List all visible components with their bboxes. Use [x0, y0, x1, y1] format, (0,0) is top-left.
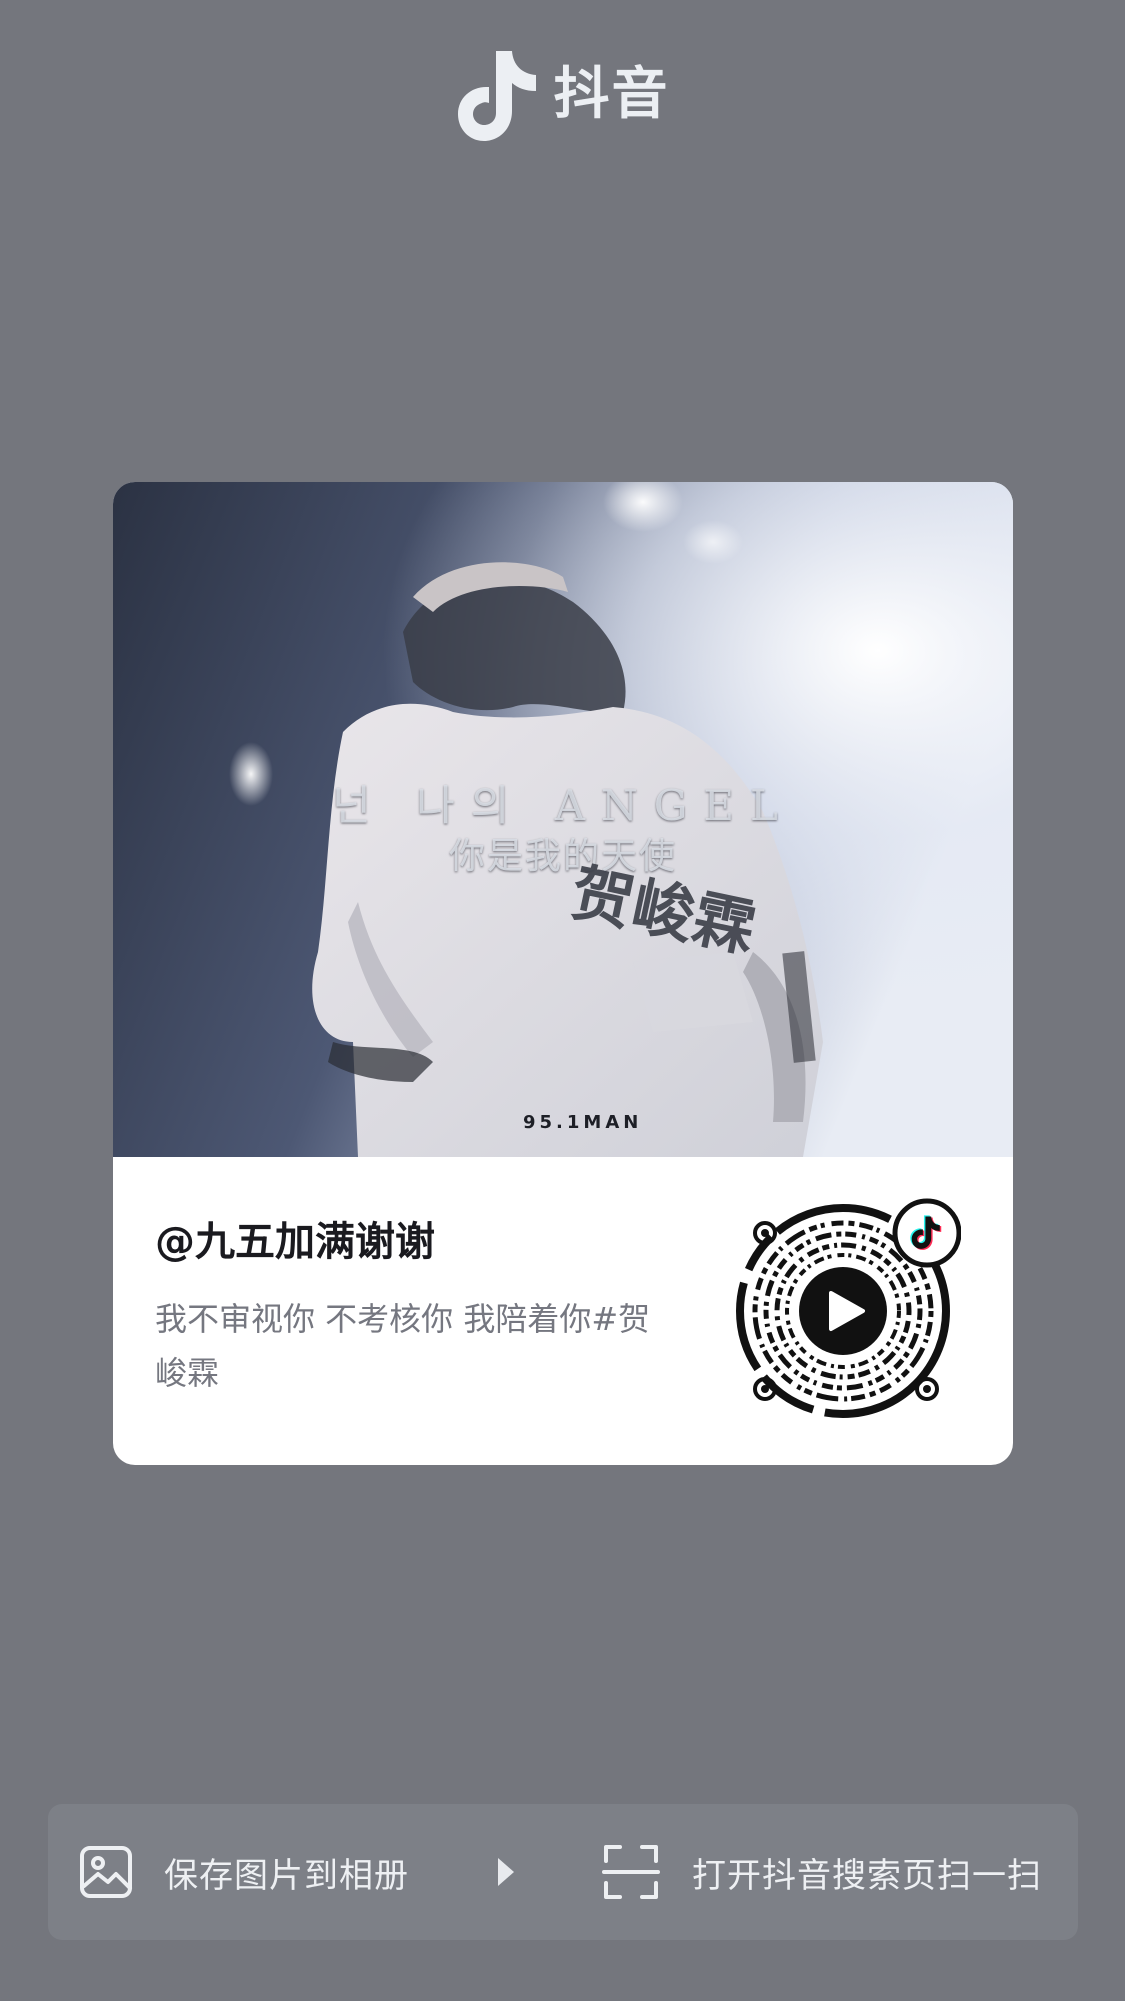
save-to-album-button[interactable]: 保存图片到相册: [78, 1804, 409, 1940]
cover-watermark: 95.1MAN: [523, 1112, 643, 1133]
save-to-album-label: 保存图片到相册: [164, 1855, 409, 1896]
share-action-bar: 保存图片到相册 打开抖音搜索页扫一扫: [48, 1804, 1078, 1940]
qr-code: [731, 1193, 961, 1423]
video-cover-image: 넌 나의 ANGEL 你是我的天使 贺峻霖 95.1MAN: [113, 482, 1013, 1157]
scan-icon: [602, 1845, 660, 1899]
cover-lyric-korean: 넌 나의 ANGEL: [332, 781, 794, 830]
open-scan-label: 打开抖音搜索页扫一扫: [692, 1855, 1042, 1896]
image-icon: [80, 1846, 132, 1898]
triangle-right-icon: [498, 1858, 514, 1886]
video-description: 我不审视你 不考核你 我陪着你#贺峻霖: [155, 1300, 651, 1392]
cover-lyric-chinese: 你是我的天使: [448, 836, 677, 877]
card-info: @九五加满谢谢 我不审视你 不考核你 我陪着你#贺峻霖: [113, 1157, 1013, 1465]
author-handle: @九五加满谢谢: [155, 1219, 435, 1265]
app-brand: 抖音: [0, 40, 1125, 150]
tiktok-note-icon: [457, 51, 536, 141]
brand-name: 抖音: [553, 62, 670, 127]
share-card: 넌 나의 ANGEL 你是我的天使 贺峻霖 95.1MAN @九五加满谢谢 我不…: [113, 482, 1013, 1465]
open-scan-button[interactable]: 打开抖音搜索页扫一扫: [602, 1804, 1042, 1940]
